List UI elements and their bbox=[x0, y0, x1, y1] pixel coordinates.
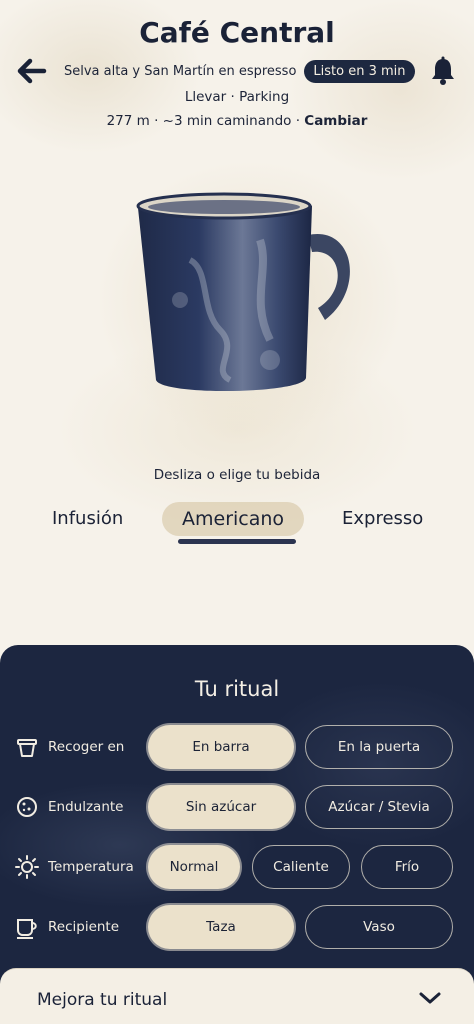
option-caliente[interactable]: Caliente bbox=[252, 845, 350, 889]
option-vaso[interactable]: Vaso bbox=[305, 905, 453, 949]
option-sin-azucar[interactable]: Sin azúcar bbox=[148, 785, 294, 829]
header: Café Central Selva alta y San Martín en … bbox=[0, 0, 474, 140]
distance-line: 277 m · ~3 min caminando · Cambiar bbox=[0, 113, 474, 129]
row-label-text: Recipiente bbox=[48, 919, 120, 935]
row-label-text: Temperatura bbox=[48, 859, 134, 875]
option-en-barra[interactable]: En barra bbox=[148, 725, 294, 769]
page-title: Café Central bbox=[139, 16, 335, 49]
option-en-la-puerta[interactable]: En la puerta bbox=[305, 725, 453, 769]
takeaway-cup-icon bbox=[17, 739, 37, 757]
drink-picker-hint: Desliza o elige tu bebida bbox=[153, 467, 321, 483]
option-taza[interactable]: Taza bbox=[148, 905, 294, 949]
tab-infusion[interactable]: Infusión bbox=[52, 508, 123, 529]
option-azucar-stevia[interactable]: Azúcar / Stevia bbox=[305, 785, 453, 829]
sweetener-row: Endulzante Sin azúcar Azúcar / Stevia bbox=[0, 785, 474, 829]
pickup-row: Recoger en En barra En la puerta bbox=[0, 725, 474, 769]
improve-ritual-label: Mejora tu ritual bbox=[37, 990, 168, 1010]
vessel-row: Recipiente Taza Vaso bbox=[0, 905, 474, 949]
distance-text: 277 m · ~3 min caminando · bbox=[106, 113, 305, 129]
cookie-icon bbox=[17, 797, 37, 817]
row-label-text: Endulzante bbox=[48, 799, 124, 815]
temperature-row: Temperatura Normal Caliente Frío bbox=[0, 845, 474, 889]
chevron-down-icon[interactable] bbox=[418, 989, 442, 1007]
option-frio[interactable]: Frío bbox=[361, 845, 453, 889]
back-button[interactable] bbox=[10, 52, 52, 90]
subtitle-row: Selva alta y San Martín en espresso List… bbox=[64, 59, 415, 83]
notifications-button[interactable] bbox=[426, 52, 460, 90]
coffee-origin-subtitle: Selva alta y San Martín en espresso bbox=[64, 63, 297, 79]
bell-icon bbox=[432, 56, 454, 85]
vessel-label: Recipiente bbox=[14, 915, 119, 939]
sun-icon bbox=[15, 855, 39, 879]
order-mode: Llevar · Parking bbox=[184, 89, 290, 105]
option-normal[interactable]: Normal bbox=[148, 845, 240, 889]
drink-tabs: Infusión Americano Expresso bbox=[0, 500, 474, 552]
ritual-title: Tu ritual bbox=[194, 677, 280, 701]
sweetener-label: Endulzante bbox=[14, 795, 123, 819]
ready-time-badge: Listo en 3 min bbox=[304, 59, 415, 83]
improve-ritual-accordion[interactable]: Mejora tu ritual bbox=[0, 968, 474, 1024]
selected-tab-indicator bbox=[178, 539, 296, 544]
mug-icon bbox=[17, 919, 37, 939]
pickup-label: Recoger en bbox=[14, 735, 124, 759]
tab-expresso[interactable]: Expresso bbox=[342, 508, 423, 529]
tab-americano[interactable]: Americano bbox=[162, 502, 305, 536]
change-location-link[interactable]: Cambiar bbox=[304, 113, 367, 129]
temperature-label: Temperatura bbox=[14, 855, 134, 879]
watercolor-mug-illustration bbox=[136, 192, 350, 392]
row-label-text: Recoger en bbox=[48, 739, 125, 755]
arrow-left-icon bbox=[17, 58, 47, 84]
